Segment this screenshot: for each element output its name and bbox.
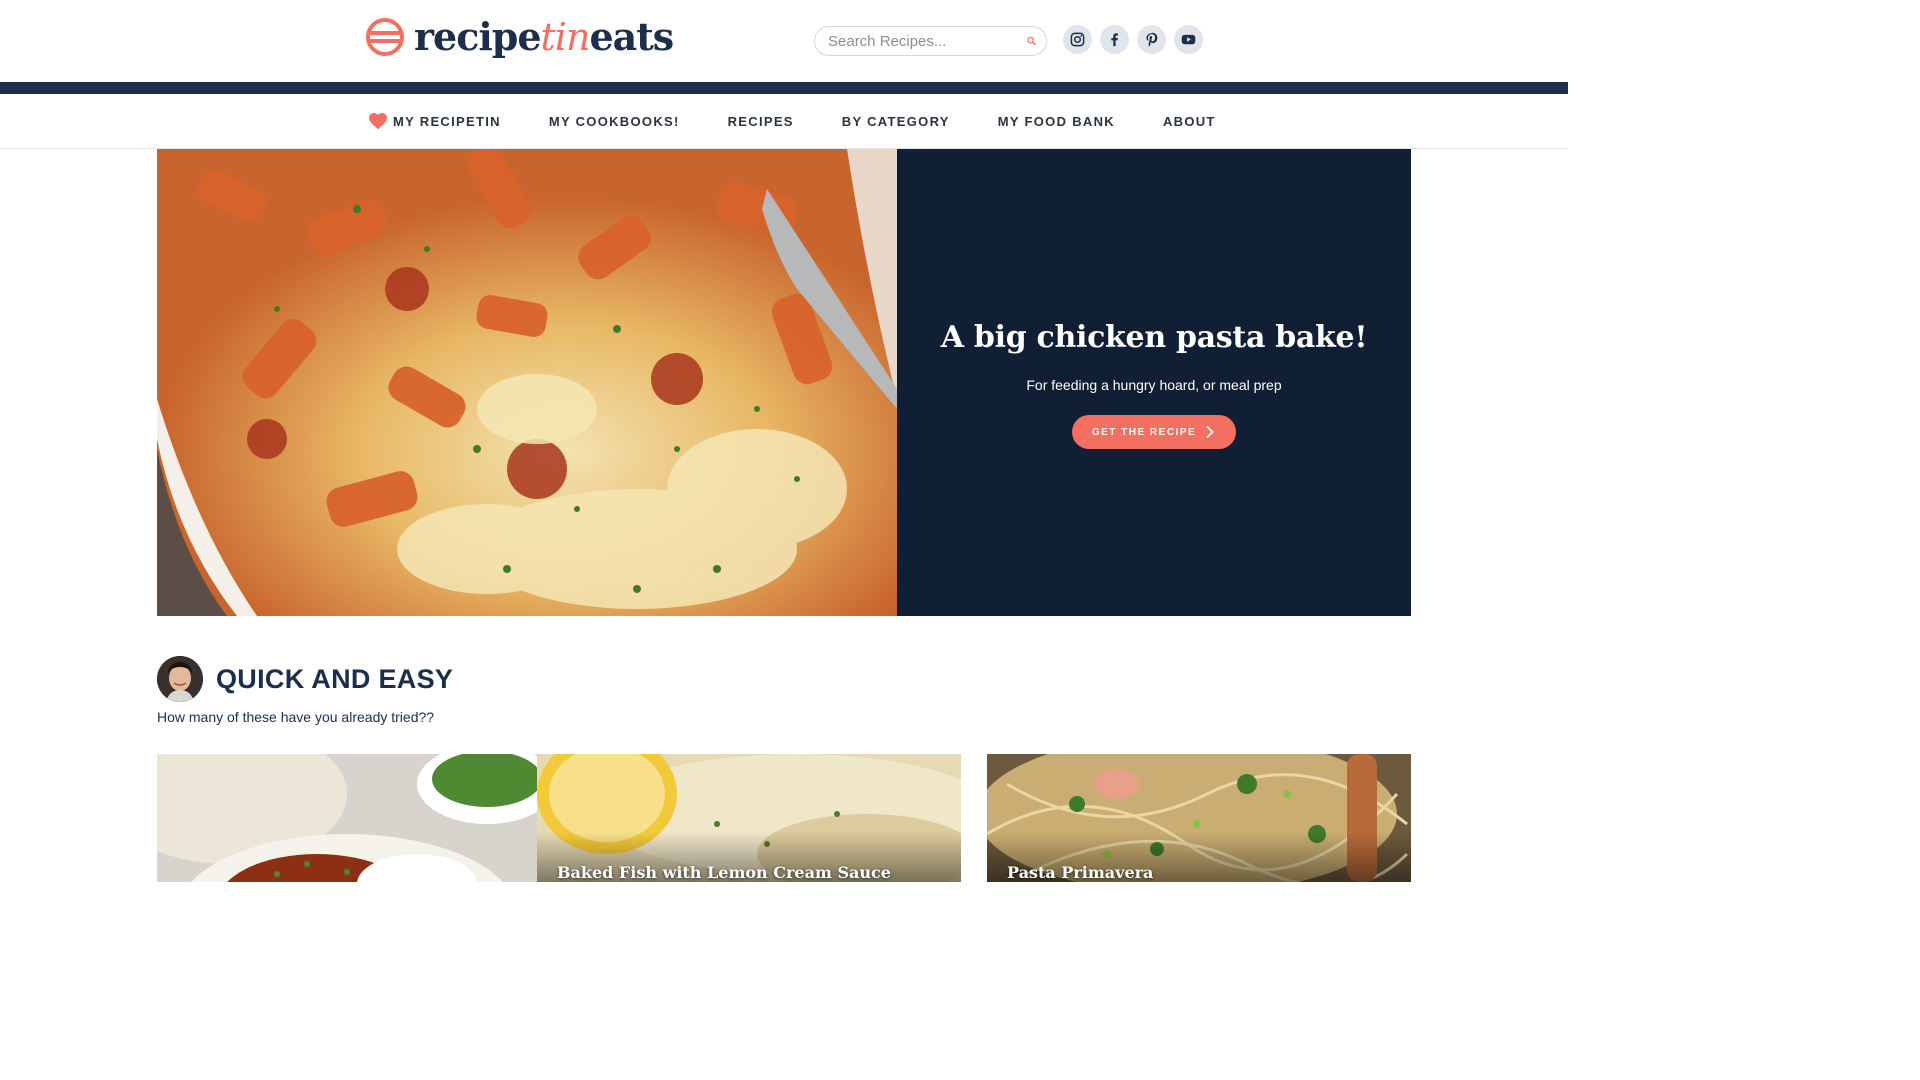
nav-item-by-category[interactable]: BY CATEGORY	[842, 114, 950, 129]
instagram-link[interactable]	[1063, 25, 1092, 54]
logo-part-eats: eats	[589, 14, 674, 59]
nav-label: ABOUT	[1162, 114, 1216, 129]
button-label: GET THE RECIPE	[1091, 426, 1197, 438]
recipe-card[interactable]	[157, 754, 537, 882]
pinterest-link[interactable]	[1137, 25, 1166, 54]
nav-label: MY FOOD BANK	[997, 114, 1115, 129]
logo-mark-icon	[366, 18, 404, 56]
recipe-card[interactable]: Pasta Primavera	[987, 754, 1411, 882]
hero-image-chicken-pasta-bake[interactable]	[157, 149, 897, 616]
nav-items: MY RECIPETIN MY COOKBOOKS! RECIPES BY CA…	[369, 94, 1216, 149]
header-accent-bar	[0, 82, 1568, 94]
nav-label: MY RECIPETIN	[393, 114, 501, 129]
search-input[interactable]	[828, 32, 1027, 50]
nav-label: BY CATEGORY	[841, 114, 950, 129]
section-header: QUICK AND EASY	[157, 656, 453, 702]
hero-subtitle: For feeding a hungry hoard, or meal prep	[1026, 377, 1282, 393]
hero-panel: A big chicken pasta bake! For feeding a …	[897, 149, 1411, 616]
site-header: recipetineats	[0, 0, 1568, 82]
recipe-cards: Baked Fish with Lemon Cream Sauce Pasta …	[157, 754, 1411, 882]
facebook-link[interactable]	[1100, 25, 1129, 54]
logo-wordmark: recipetineats	[414, 15, 674, 59]
instagram-icon	[1070, 32, 1085, 47]
main-nav: MY RECIPETIN MY COOKBOOKS! RECIPES BY CA…	[0, 94, 1568, 149]
pinterest-icon	[1146, 32, 1158, 47]
logo-part-tin: tin	[540, 15, 591, 59]
heart-icon	[369, 113, 387, 130]
nav-item-my-cookbooks[interactable]: MY COOKBOOKS!	[549, 114, 680, 129]
logo-part-recipe: recipe	[414, 14, 542, 59]
hero-feature: A big chicken pasta bake! For feeding a …	[157, 149, 1411, 616]
get-the-recipe-button[interactable]: GET THE RECIPE	[1071, 415, 1237, 449]
avatar-photo	[157, 656, 203, 702]
nav-label: RECIPES	[727, 114, 794, 129]
recipe-card-image	[157, 754, 537, 882]
nav-item-my-food-bank[interactable]: MY FOOD BANK	[998, 114, 1115, 129]
recipe-card-title: Pasta Primavera	[1007, 863, 1154, 882]
nav-item-recipes[interactable]: RECIPES	[728, 114, 794, 129]
section-subtitle: How many of these have you already tried…	[157, 709, 435, 725]
youtube-icon	[1181, 34, 1196, 45]
author-avatar	[157, 656, 203, 702]
recipe-card-title: Baked Fish with Lemon Cream Sauce	[557, 863, 891, 882]
chevron-right-icon	[1206, 426, 1214, 438]
search-box	[814, 26, 1047, 56]
search-icon[interactable]	[1027, 33, 1036, 49]
nav-item-my-recipetin[interactable]: MY RECIPETIN	[369, 113, 501, 130]
section-title: QUICK AND EASY	[216, 663, 454, 694]
youtube-link[interactable]	[1174, 25, 1203, 54]
nav-label: MY COOKBOOKS!	[548, 114, 680, 129]
nav-item-about[interactable]: ABOUT	[1163, 114, 1216, 129]
recipe-card[interactable]: Baked Fish with Lemon Cream Sauce	[537, 754, 961, 882]
site-logo[interactable]: recipetineats	[366, 15, 674, 59]
hero-title: A big chicken pasta bake!	[940, 320, 1368, 355]
social-links	[1063, 25, 1203, 54]
hero-photo	[157, 149, 897, 616]
facebook-icon	[1111, 33, 1118, 47]
